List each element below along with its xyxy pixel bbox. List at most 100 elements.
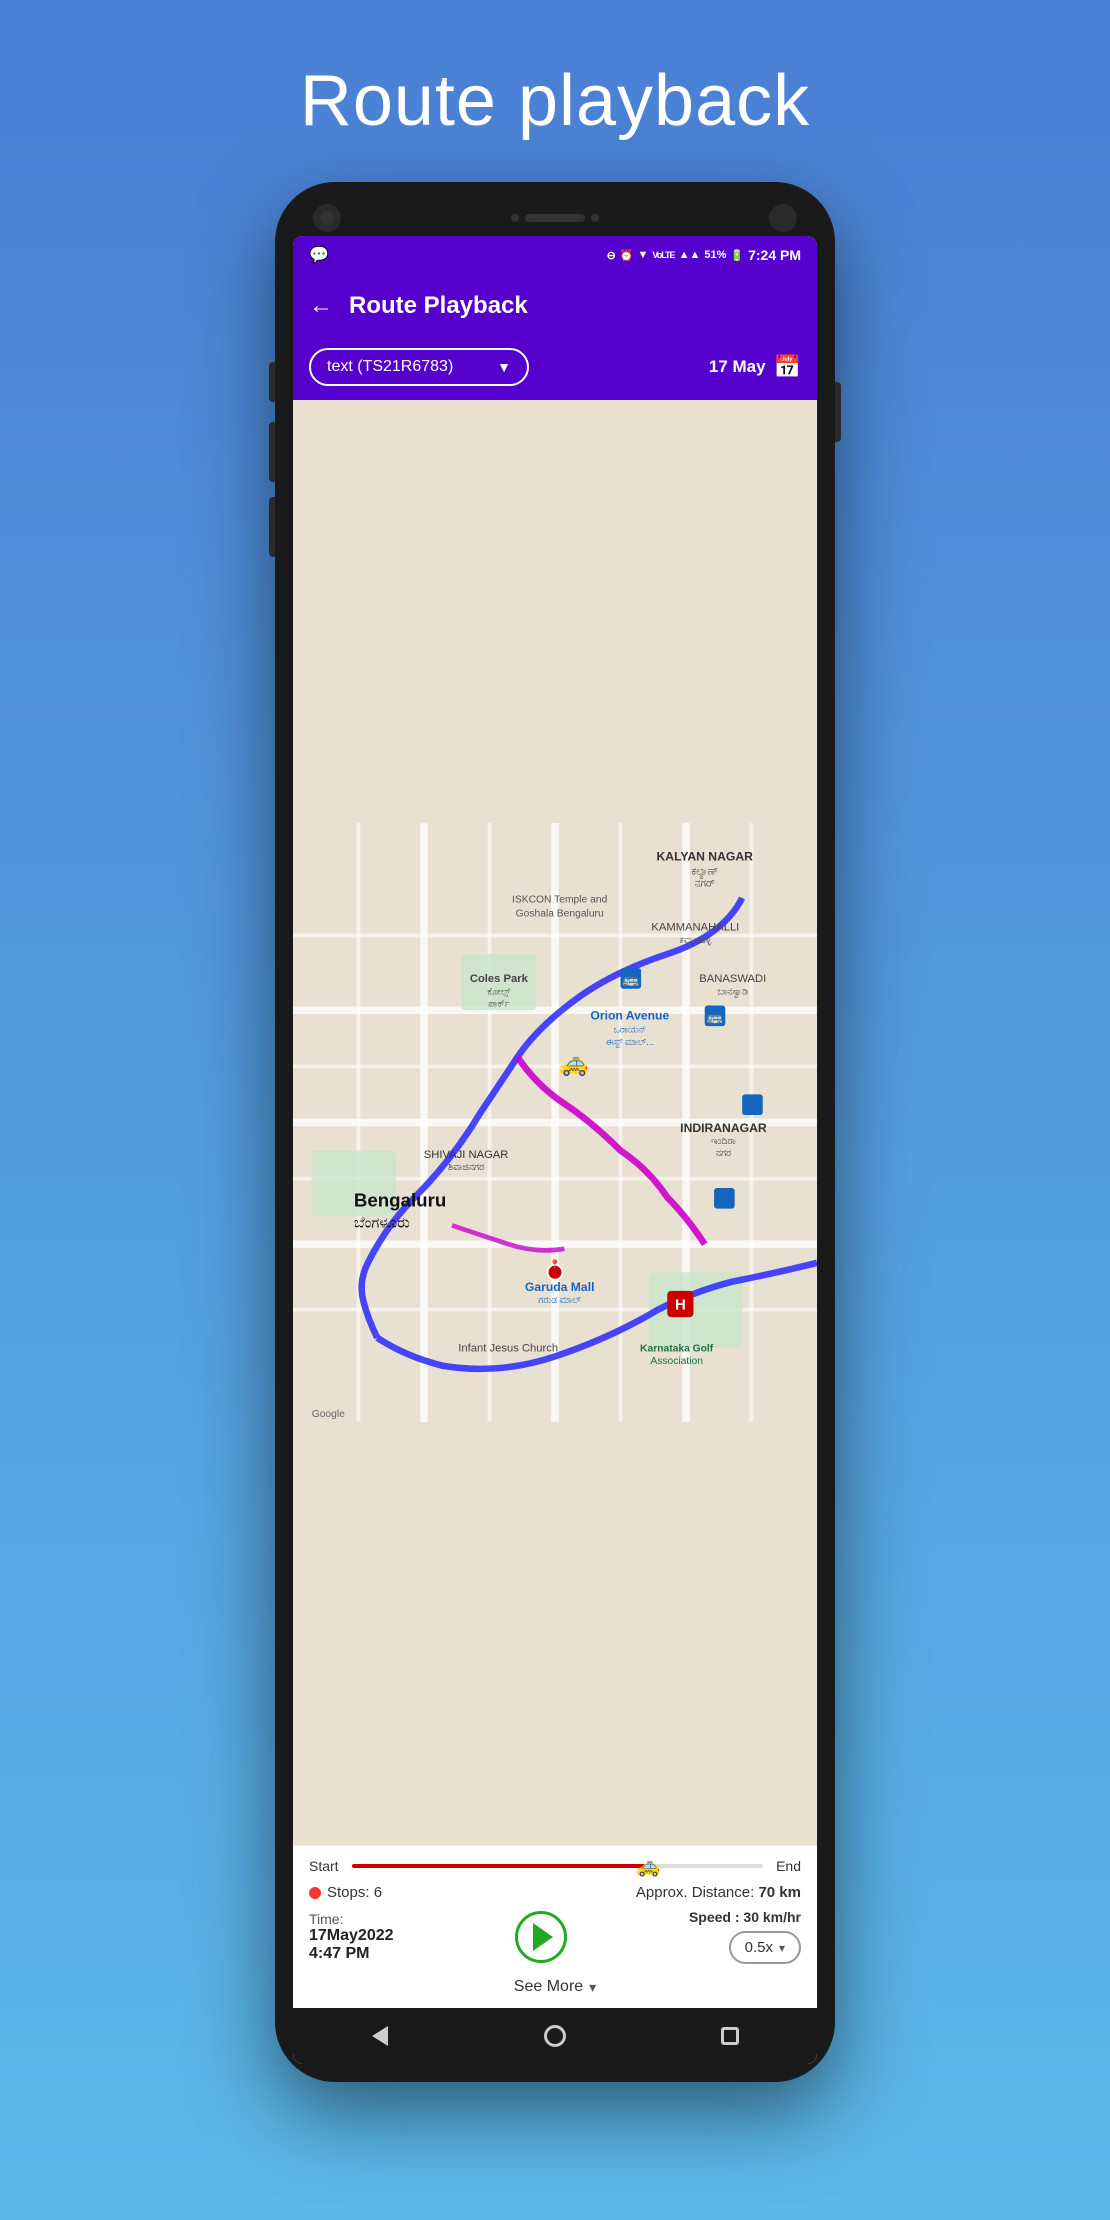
svg-text:KAMMANAHALLI: KAMMANAHALLI bbox=[651, 922, 739, 934]
svg-text:ಒರಾಯನ್: ಒರಾಯನ್ bbox=[613, 1025, 646, 1035]
distance-info: Approx. Distance: 70 km bbox=[636, 1884, 801, 1901]
camera-button bbox=[269, 497, 275, 557]
stop-indicator-dot bbox=[309, 1887, 321, 1899]
stops-info: Stops: 6 bbox=[309, 1884, 382, 1901]
see-more-label: See More bbox=[514, 1978, 583, 1996]
slider-start-label: Start bbox=[309, 1858, 344, 1874]
see-more-arrow-icon: ▾ bbox=[589, 1979, 596, 1996]
svg-text:H: H bbox=[675, 1297, 686, 1314]
status-bar-right: ⊖ ⏰ ▼ VoLTE ▲▲ 51% 🔋 7:24 PM bbox=[607, 247, 801, 263]
svg-text:Karnataka Golf: Karnataka Golf bbox=[640, 1344, 714, 1355]
clock: 7:24 PM bbox=[748, 247, 801, 263]
bottom-panel: Start 🚕 End Stops: 6 Approx. Distance: 7… bbox=[293, 1845, 817, 2008]
page-title: Route playback bbox=[300, 60, 810, 142]
stops-label: Stops: 6 bbox=[327, 1884, 382, 1901]
volte-icon: VoLTE bbox=[652, 250, 674, 260]
play-button[interactable] bbox=[515, 1911, 567, 1963]
phone-screen: 💬 ⊖ ⏰ ▼ VoLTE ▲▲ 51% 🔋 7:24 PM ← Route P… bbox=[293, 236, 817, 2064]
time-section: Time: 17May2022 4:47 PM bbox=[309, 1911, 394, 1963]
svg-text:ಕೋಲ್ಸ್: ಕೋಲ್ಸ್ bbox=[487, 986, 510, 997]
svg-text:INDIRANAGAR: INDIRANAGAR bbox=[680, 1121, 767, 1135]
speed-dropdown-arrow-icon: ▾ bbox=[779, 1941, 785, 1955]
power-button bbox=[835, 382, 841, 442]
svg-text:ಬೆಂಗಳೂರು: ಬೆಂಗಳೂರು bbox=[354, 1214, 410, 1231]
svg-text:ಇಂದಿರಾ: ಇಂದಿರಾ bbox=[711, 1136, 736, 1146]
phone-shell: 💬 ⊖ ⏰ ▼ VoLTE ▲▲ 51% 🔋 7:24 PM ← Route P… bbox=[275, 182, 835, 2082]
app-bar: ← Route Playback bbox=[293, 274, 817, 338]
svg-text:ಕಲ್ಯಾಣ್: ಕಲ್ಯಾಣ್ bbox=[691, 867, 718, 879]
dropdown-arrow-icon: ▼ bbox=[497, 359, 511, 375]
vehicle-dropdown[interactable]: text (TS21R6783) ▼ bbox=[309, 348, 529, 386]
distance-label: Approx. Distance: bbox=[636, 1884, 754, 1901]
time-date: 17May2022 bbox=[309, 1927, 394, 1945]
time-clock: 4:47 PM bbox=[309, 1945, 394, 1963]
controls-row: Time: 17May2022 4:47 PM Speed : 30 km/hr… bbox=[309, 1909, 801, 1964]
nav-recents-button[interactable] bbox=[714, 2020, 746, 2052]
play-icon bbox=[533, 1923, 553, 1951]
svg-text:🚕: 🚕 bbox=[559, 1050, 589, 1077]
nav-home-button[interactable] bbox=[539, 2020, 571, 2052]
svg-text:SHIVAJI NAGAR: SHIVAJI NAGAR bbox=[424, 1149, 509, 1161]
nav-back-button[interactable] bbox=[364, 2020, 396, 2052]
sensor-dot-2 bbox=[591, 214, 599, 222]
progress-slider-track[interactable]: 🚕 bbox=[352, 1864, 763, 1868]
svg-text:ನಗರ್: ನಗರ್ bbox=[695, 879, 715, 890]
battery-percent: 51% bbox=[704, 249, 726, 261]
speed-value: 0.5x bbox=[745, 1939, 773, 1956]
flash-sensor bbox=[769, 204, 797, 232]
slider-thumb-icon: 🚕 bbox=[635, 1854, 660, 1879]
map-area[interactable]: 🚕 📍 H KALYAN NAGAR ಕಲ್ಯಾಣ್ ನಗರ್ KAMMANAH… bbox=[293, 400, 817, 1845]
back-button[interactable]: ← bbox=[309, 292, 333, 320]
distance-value: 70 km bbox=[758, 1884, 801, 1901]
svg-text:🚌: 🚌 bbox=[707, 1009, 723, 1024]
battery-icon: 🔋 bbox=[730, 249, 744, 262]
calendar-icon: 📅 bbox=[774, 354, 801, 380]
sensor-dot bbox=[511, 214, 519, 222]
toolbar: text (TS21R6783) ▼ 17 May 📅 bbox=[293, 338, 817, 400]
speed-label: Speed : 30 km/hr bbox=[689, 1909, 801, 1925]
svg-text:Bengaluru: Bengaluru bbox=[354, 1190, 446, 1211]
svg-text:ನಗರ: ನಗರ bbox=[716, 1148, 731, 1158]
nav-back-icon bbox=[372, 2026, 388, 2046]
svg-text:ಶಿವಾಜಿನಗರ: ಶಿವಾಜಿನಗರ bbox=[448, 1162, 484, 1172]
svg-text:Goshala Bengaluru: Goshala Bengaluru bbox=[516, 909, 604, 920]
svg-text:ಗರುಡ ಮಾಲ್: ಗರುಡ ಮಾಲ್ bbox=[538, 1295, 581, 1305]
svg-text:📍: 📍 bbox=[549, 1259, 561, 1271]
earpiece-speaker bbox=[525, 214, 585, 222]
svg-text:KALYAN NAGAR: KALYAN NAGAR bbox=[657, 850, 754, 864]
volume-down-button bbox=[269, 422, 275, 482]
wifi-icon: ▼ bbox=[638, 249, 649, 261]
speed-section: Speed : 30 km/hr 0.5x ▾ bbox=[689, 1909, 801, 1964]
phone-sensors bbox=[511, 214, 599, 222]
date-label: 17 May bbox=[709, 357, 766, 377]
vehicle-dropdown-text: text (TS21R6783) bbox=[327, 358, 453, 376]
time-label: Time: bbox=[309, 1911, 343, 1927]
svg-text:Association: Association bbox=[650, 1356, 703, 1367]
dnd-icon: ⊖ bbox=[607, 249, 616, 262]
svg-text:BANASWADI: BANASWADI bbox=[699, 973, 766, 985]
svg-text:ಕಮ್ಮನಹಳ್ಳಿ: ಕಮ್ಮನಹಳ್ಳಿ bbox=[679, 935, 711, 946]
nav-recents-icon bbox=[721, 2027, 739, 2045]
front-camera bbox=[313, 204, 341, 232]
whatsapp-icon: 💬 bbox=[309, 245, 329, 265]
date-section[interactable]: 17 May 📅 bbox=[709, 354, 801, 380]
alarm-icon: ⏰ bbox=[620, 249, 634, 262]
svg-text:ಈಸ್ಟ್ ಮಾಲ್...: ಈಸ್ಟ್ ಮಾಲ್... bbox=[606, 1037, 654, 1048]
svg-text:Orion Avenue: Orion Avenue bbox=[590, 1009, 669, 1023]
svg-text:ಪಾರ್ಕ್: ಪಾರ್ಕ್ bbox=[488, 998, 510, 1008]
status-bar: 💬 ⊖ ⏰ ▼ VoLTE ▲▲ 51% 🔋 7:24 PM bbox=[293, 236, 817, 274]
volume-up-button bbox=[269, 362, 275, 402]
svg-text:Google: Google bbox=[312, 1409, 345, 1420]
phone-nav-bar bbox=[293, 2008, 817, 2064]
info-row: Stops: 6 Approx. Distance: 70 km bbox=[309, 1884, 801, 1901]
see-more-row[interactable]: See More ▾ bbox=[309, 1972, 801, 1996]
svg-text:🚌: 🚌 bbox=[623, 972, 639, 987]
progress-slider-row[interactable]: Start 🚕 End bbox=[309, 1858, 801, 1874]
nav-home-icon bbox=[544, 2025, 566, 2047]
map-svg: 🚕 📍 H KALYAN NAGAR ಕಲ್ಯಾಣ್ ನಗರ್ KAMMANAH… bbox=[293, 400, 817, 1845]
speed-dropdown[interactable]: 0.5x ▾ bbox=[729, 1931, 801, 1964]
app-bar-title: Route Playback bbox=[349, 292, 528, 320]
signal-icon: ▲▲ bbox=[679, 249, 701, 261]
phone-notch bbox=[293, 200, 817, 236]
status-bar-left: 💬 bbox=[309, 245, 329, 265]
